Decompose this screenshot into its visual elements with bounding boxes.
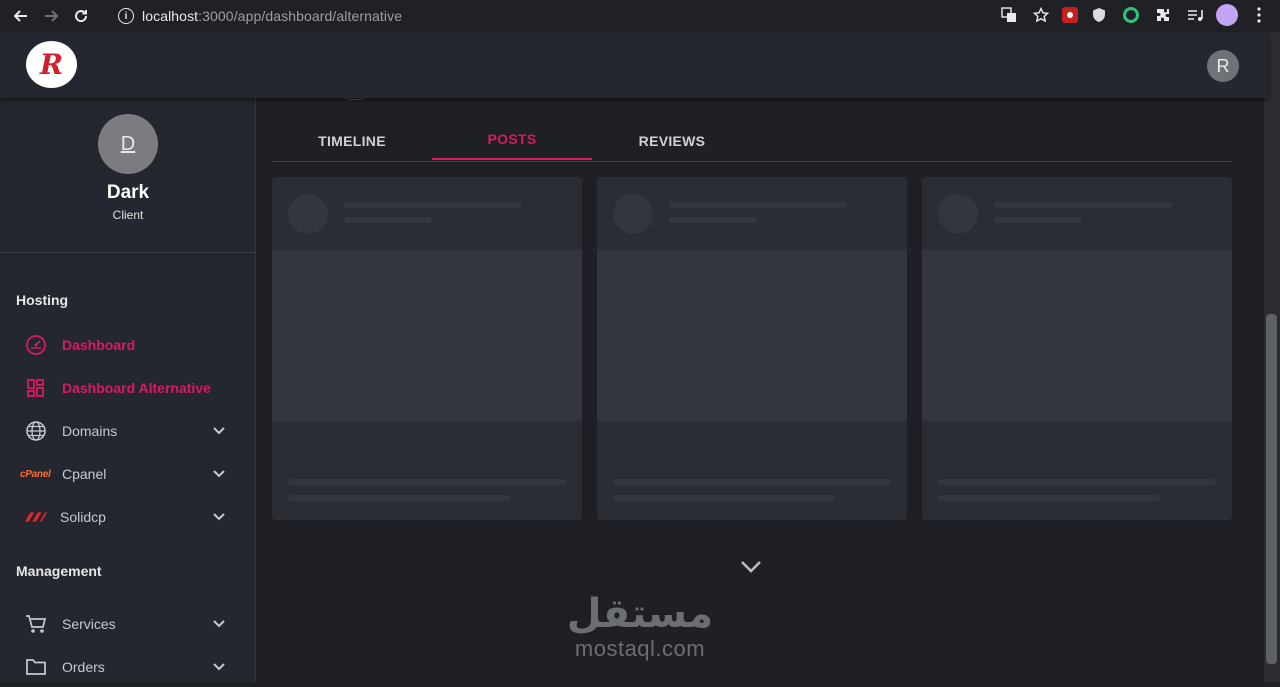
page-scrollbar[interactable] (1264, 32, 1280, 682)
globe-icon (24, 419, 48, 443)
skeleton-avatar (288, 194, 328, 234)
skeleton-media (922, 250, 1232, 421)
skeleton-line (994, 202, 1172, 208)
sidebar-item-label: Orders (62, 659, 105, 675)
section-title-hosting: Hosting (16, 292, 69, 308)
sidebar-divider (0, 252, 256, 253)
reload-icon[interactable] (66, 1, 96, 31)
content-tabs: TIMELINE POSTS REVIEWS (272, 120, 1232, 162)
post-card-skeleton (272, 177, 582, 520)
skeleton-media (272, 250, 582, 421)
skeleton-line (344, 202, 522, 208)
address-bar[interactable]: i localhost:3000/app/dashboard/alternati… (110, 2, 1050, 30)
dashboard-grid-icon (24, 376, 48, 400)
skeleton-line (288, 479, 566, 485)
skeleton-line (288, 495, 510, 501)
skeleton-line (669, 217, 757, 223)
media-queue-icon[interactable] (1184, 4, 1206, 26)
chevron-down-icon[interactable] (210, 422, 228, 440)
skeleton-line (613, 479, 891, 485)
skeleton-avatar (613, 194, 653, 234)
sidebar: D Dark Client Hosting Dashboard Dashboar… (0, 98, 256, 682)
skeleton-avatar (938, 194, 978, 234)
back-arrow-icon[interactable] (6, 1, 36, 31)
site-info-icon[interactable]: i (118, 8, 134, 24)
skeleton-line (669, 202, 847, 208)
sidebar-item-label: Dashboard Alternative (62, 380, 211, 396)
sidebar-item-dashboard[interactable]: Dashboard (0, 325, 256, 365)
scrollbar-thumb[interactable] (1266, 314, 1277, 664)
tab-reviews[interactable]: REVIEWS (592, 120, 752, 162)
watermark-logo: مستقل mostaql.com (560, 590, 720, 662)
skeleton-line (344, 217, 432, 223)
section-title-management: Management (16, 563, 102, 579)
skeleton-line (994, 217, 1082, 223)
url-host: localhost (142, 8, 199, 24)
translate-icon[interactable] (998, 4, 1020, 26)
chevron-down-icon[interactable] (210, 508, 228, 526)
sidebar-item-label: Services (62, 616, 116, 632)
tab-timeline[interactable]: TIMELINE (272, 120, 432, 162)
profile-role: Client (112, 208, 144, 222)
browser-profile-avatar[interactable] (1216, 4, 1238, 26)
sidebar-item-label: Domains (62, 423, 118, 439)
post-card-skeleton (922, 177, 1232, 520)
app-logo[interactable]: R (26, 41, 77, 88)
sidebar-item-orders[interactable]: Orders (0, 647, 256, 687)
watermark-latin: mostaql.com (574, 636, 706, 661)
load-more-chevron-icon[interactable] (738, 554, 764, 580)
ring-shape-icon (1123, 7, 1139, 23)
sidebar-item-domains[interactable]: Domains (0, 411, 256, 451)
url-text: localhost:3000/app/dashboard/alternative (142, 8, 402, 24)
browser-menu-icon[interactable] (1248, 4, 1270, 26)
profile-name: Dark (106, 182, 150, 203)
app-header: R R (0, 32, 1268, 98)
main-content: TIMELINE POSTS REVIEWS (256, 98, 1264, 682)
sidebar-item-services[interactable]: Services (0, 604, 256, 644)
sidebar-item-dashboard-alternative[interactable]: Dashboard Alternative (0, 368, 256, 408)
profile-avatar[interactable]: D (98, 114, 158, 174)
sidebar-item-label: Cpanel (62, 466, 107, 482)
skeleton-line (938, 479, 1216, 485)
puzzle-extensions-icon[interactable] (1152, 4, 1174, 26)
logo-letter: R (39, 48, 64, 81)
skeleton-line (938, 495, 1160, 501)
chevron-down-icon[interactable] (210, 465, 228, 483)
chevron-down-icon[interactable] (210, 658, 228, 676)
cart-icon (24, 612, 48, 636)
ring-extension-icon[interactable] (1120, 4, 1142, 26)
cpanel-logo-icon: cPanel (20, 468, 51, 480)
browser-toolbar: i localhost:3000/app/dashboard/alternati… (0, 0, 1280, 32)
bookmark-star-icon[interactable] (1030, 4, 1052, 26)
chevron-down-icon[interactable] (210, 615, 228, 633)
user-avatar[interactable]: R (1207, 50, 1239, 82)
sidebar-item-label: Dashboard (62, 337, 136, 353)
sidebar-item-label: Solidcp (60, 509, 106, 525)
watermark-arabic: مستقل (566, 591, 714, 637)
folder-icon (24, 655, 48, 679)
skeleton-media (597, 250, 907, 421)
shield-extension-icon[interactable] (1088, 4, 1110, 26)
post-card-skeleton (597, 177, 907, 520)
speedometer-icon (24, 333, 48, 357)
sidebar-item-cpanel[interactable]: cPanel Cpanel (0, 454, 256, 494)
skeleton-line (613, 495, 835, 501)
solidcp-logo-icon (24, 505, 48, 529)
extension-red-icon[interactable] (1062, 7, 1078, 23)
tab-posts[interactable]: POSTS (432, 120, 592, 160)
url-path: :3000/app/dashboard/alternative (198, 8, 403, 24)
sidebar-item-solidcp[interactable]: Solidcp (0, 497, 256, 537)
extensions-bar (998, 4, 1270, 26)
forward-arrow-icon[interactable] (36, 1, 66, 31)
